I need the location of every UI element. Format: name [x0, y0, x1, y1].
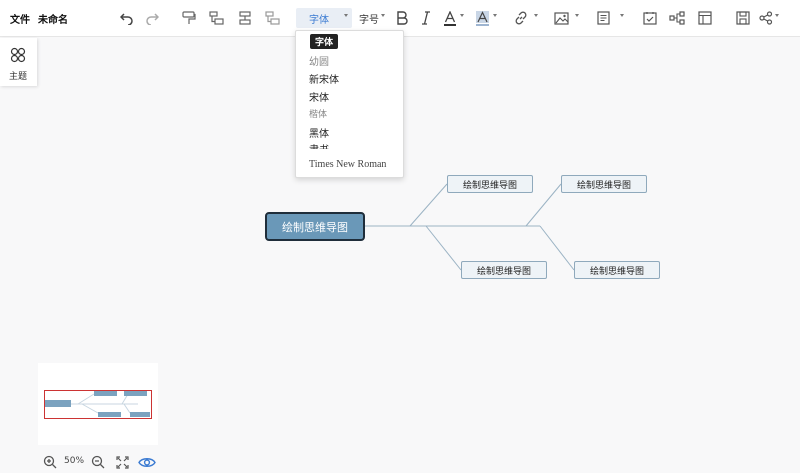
structure-icon[interactable]	[668, 8, 686, 28]
format-painter-icon[interactable]	[180, 8, 198, 28]
font-option[interactable]: Times New Roman	[309, 159, 386, 170]
insert-sibling-icon[interactable]	[236, 8, 254, 28]
undo-icon[interactable]	[118, 8, 136, 28]
font-family-select[interactable]: 字体	[296, 8, 352, 28]
minimap[interactable]	[38, 363, 158, 445]
font-color-chevron-icon[interactable]	[460, 14, 464, 17]
font-family-value: 字体	[309, 15, 329, 26]
insert-parent-icon[interactable]	[263, 8, 281, 28]
zoom-controls: 50%	[40, 452, 180, 472]
bold-icon[interactable]	[394, 8, 410, 28]
image-chevron-icon[interactable]	[575, 14, 579, 17]
child-node[interactable]: 绘制思维导图	[561, 175, 647, 193]
highlight-icon[interactable]	[474, 8, 490, 28]
font-color-icon[interactable]	[442, 8, 458, 28]
font-option[interactable]: 新宋体	[309, 71, 339, 86]
font-size-chevron-icon[interactable]	[381, 14, 385, 17]
preview-eye-icon[interactable]	[137, 452, 157, 472]
save-icon[interactable]	[734, 8, 752, 28]
highlight-chevron-icon[interactable]	[493, 14, 497, 17]
redo-icon[interactable]	[143, 8, 161, 28]
font-option[interactable]: 隶书	[309, 141, 329, 149]
child-node[interactable]: 绘制思维导图	[461, 261, 547, 279]
document-title[interactable]: 未命名	[38, 11, 68, 26]
link-icon[interactable]	[512, 8, 530, 28]
zoom-out-icon[interactable]	[90, 452, 106, 472]
task-icon[interactable]	[641, 8, 659, 28]
insert-child-icon[interactable]	[207, 8, 225, 28]
link-chevron-icon[interactable]	[534, 14, 538, 17]
font-option[interactable]: 宋体	[309, 89, 329, 104]
note-chevron-icon[interactable]	[620, 14, 624, 17]
font-family-chevron-icon[interactable]	[344, 14, 348, 17]
note-icon[interactable]	[594, 8, 612, 28]
file-menu[interactable]: 文件	[10, 11, 30, 26]
font-option[interactable]: 幼圆	[309, 53, 329, 68]
font-option[interactable]: 黑体	[309, 125, 329, 140]
child-node[interactable]: 绘制思维导图	[447, 175, 533, 193]
font-size-select[interactable]: 字号	[359, 11, 379, 26]
minimap-viewport-frame[interactable]	[44, 390, 152, 419]
zoom-in-icon[interactable]	[42, 452, 58, 472]
fit-screen-icon[interactable]	[114, 452, 130, 472]
child-node[interactable]: 绘制思维导图	[574, 261, 660, 279]
zoom-level: 50%	[64, 456, 85, 466]
share-chevron-icon[interactable]	[775, 14, 779, 17]
layout-icon[interactable]	[696, 8, 714, 28]
font-option[interactable]: 楷体	[309, 107, 327, 120]
root-node[interactable]: 绘制思维导图	[265, 212, 365, 241]
font-tooltip: 字体	[310, 34, 339, 49]
italic-icon[interactable]	[418, 8, 434, 28]
share-icon[interactable]	[757, 8, 775, 28]
font-family-dropdown: 字体 幼圆 新宋体 宋体 楷体 黑体 隶书 Times New Roman	[295, 30, 404, 178]
image-icon[interactable]	[552, 8, 570, 28]
